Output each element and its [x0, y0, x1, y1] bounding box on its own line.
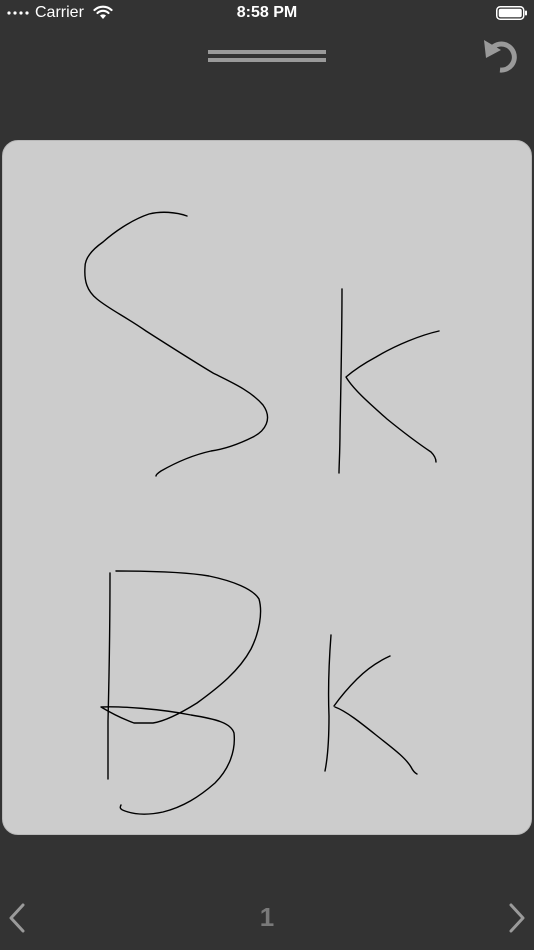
stroke-k-top-stem [338, 288, 343, 474]
drag-handle-icon[interactable] [208, 50, 326, 64]
stroke-k-bottom-upper-arm [333, 655, 391, 707]
next-page-button[interactable] [502, 900, 532, 936]
undo-button[interactable] [482, 36, 526, 76]
stroke-k-bottom-stem [324, 634, 332, 772]
battery-icon [496, 6, 527, 20]
drawing-screen: Carrier 8:58 PM 1 [0, 0, 534, 950]
drawing-canvas[interactable] [2, 140, 532, 835]
drag-handle-bar-bottom [208, 58, 326, 62]
stroke-k-top-arms [345, 330, 440, 463]
page-number: 1 [259, 902, 275, 932]
status-time: 8:58 PM [236, 4, 298, 21]
status-bar: Carrier 8:58 PM [0, 0, 534, 26]
stroke-k-bottom-lower-arm [334, 706, 418, 775]
chevron-right-icon [509, 903, 525, 933]
stroke-s [84, 211, 269, 477]
drag-handle-bar-top [208, 50, 326, 54]
stroke-b-bowls [100, 570, 262, 815]
stroke-b-stem [107, 572, 111, 780]
handwriting-strokes [84, 211, 440, 815]
undo-icon [484, 40, 517, 73]
